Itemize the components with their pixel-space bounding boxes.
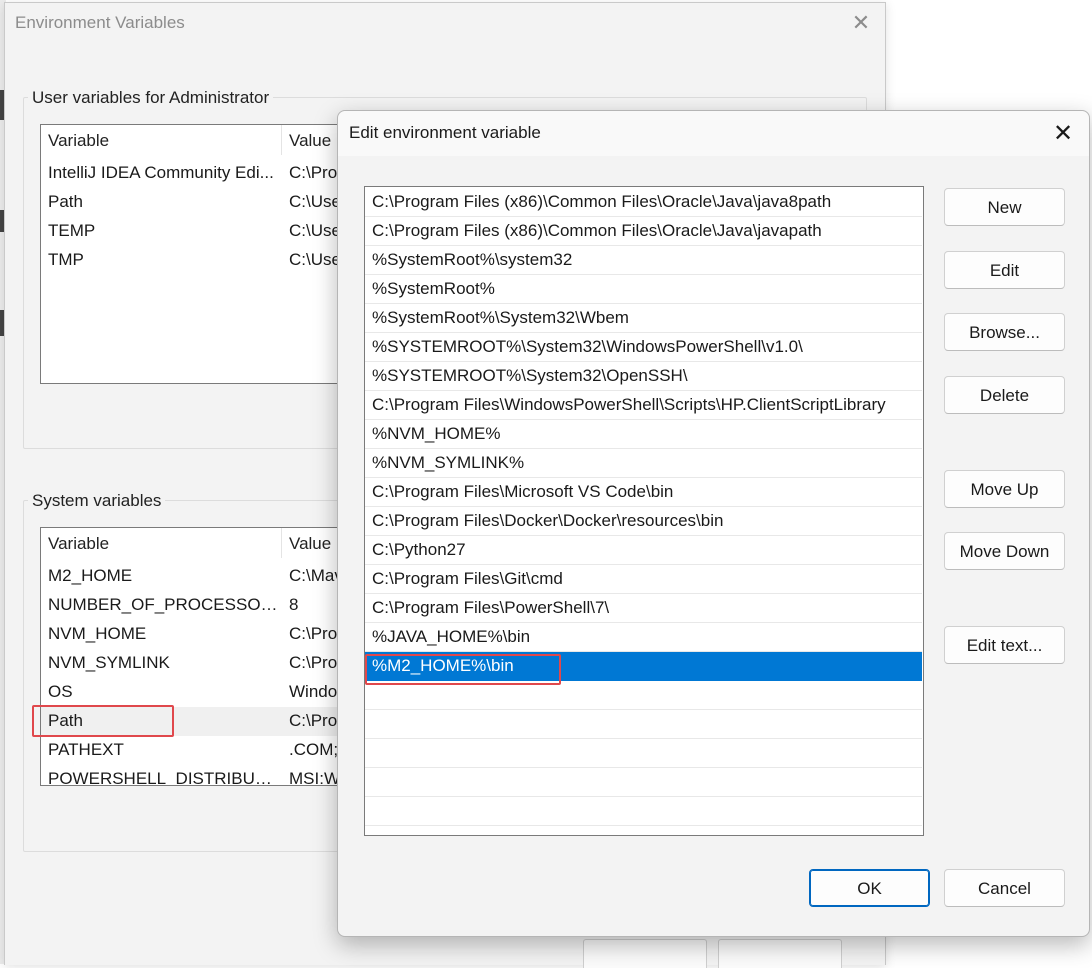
user-variables-header: Variable Value [41, 125, 351, 155]
path-entry[interactable]: C:\Program Files\Microsoft VS Code\bin [365, 478, 922, 507]
path-entry-empty[interactable] [365, 681, 922, 710]
system-variable-name: PATHEXT [48, 740, 124, 759]
edit-environment-variable-dialog: Edit environment variable ✕ C:\Program F… [337, 110, 1090, 937]
path-entry-text: C:\Program Files\Microsoft VS Code\bin [372, 482, 674, 501]
system-variable-row[interactable]: NUMBER_OF_PROCESSORS 8 [41, 591, 351, 620]
path-entry-empty[interactable] [365, 710, 922, 739]
path-entry-text: C:\Program Files\WindowsPowerShell\Scrip… [372, 395, 886, 414]
user-header-value[interactable]: Value [289, 131, 331, 151]
path-entry-text: %SystemRoot% [372, 279, 495, 298]
path-entry-empty[interactable] [365, 739, 922, 768]
path-entry-empty[interactable] [365, 797, 922, 826]
move-up-button[interactable]: Move Up [944, 470, 1065, 508]
path-entry[interactable]: C:\Python27 [365, 536, 922, 565]
edit-button[interactable]: Edit [944, 251, 1065, 289]
user-variable-name: TMP [48, 250, 84, 269]
path-entry-text: %SystemRoot%\system32 [372, 250, 573, 269]
system-variable-name: NUMBER_OF_PROCESSORS [48, 595, 280, 614]
move-down-button[interactable]: Move Down [944, 532, 1065, 570]
user-variable-name: Path [48, 192, 83, 211]
system-variable-name: POWERSHELL_DISTRIBUTIO... [48, 769, 280, 786]
path-entry-empty[interactable] [365, 768, 922, 797]
user-variable-row[interactable]: Path C:\Use [41, 188, 351, 217]
path-entry-text: C:\Program Files\Git\cmd [372, 569, 563, 588]
system-variable-row[interactable]: NVM_SYMLINK C:\Pro [41, 649, 351, 678]
ok-button[interactable]: OK [809, 869, 930, 907]
path-entry-text: C:\Program Files (x86)\Common Files\Orac… [372, 221, 822, 240]
dialog-close-icon[interactable]: ✕ [1046, 119, 1080, 149]
path-entry[interactable]: C:\Program Files (x86)\Common Files\Orac… [365, 217, 922, 246]
path-entries-list[interactable]: C:\Program Files (x86)\Common Files\Orac… [364, 186, 924, 836]
new-button[interactable]: New [944, 188, 1065, 226]
system-variable-row[interactable]: M2_HOME C:\Mav [41, 562, 351, 591]
selected-entry-highlight-box [365, 654, 561, 685]
user-variables-list[interactable]: Variable Value IntelliJ IDEA Community E… [40, 124, 352, 384]
dialog-titlebar: Edit environment variable ✕ [338, 111, 1089, 156]
env-window-title: Environment Variables [15, 13, 185, 32]
path-entry-text: %SYSTEMROOT%\System32\OpenSSH\ [372, 366, 688, 385]
system-variable-name: OS [48, 682, 73, 701]
path-entry[interactable]: %NVM_SYMLINK% [365, 449, 922, 478]
path-entry[interactable]: C:\Program Files\Docker\Docker\resources… [365, 507, 922, 536]
system-variable-name: NVM_SYMLINK [48, 653, 170, 672]
user-variable-name: TEMP [48, 221, 96, 240]
env-window-close-icon[interactable]: ✕ [847, 9, 875, 37]
path-entry-text: %SystemRoot%\System32\Wbem [372, 308, 629, 327]
dialog-title: Edit environment variable [349, 123, 541, 142]
path-entry-text: C:\Python27 [372, 540, 466, 559]
system-variable-row[interactable]: OS Windo [41, 678, 351, 707]
path-entry-text: %NVM_HOME% [372, 424, 501, 443]
browse-button[interactable]: Browse... [944, 313, 1065, 351]
path-entry-text: %SYSTEMROOT%\System32\WindowsPowerShell\… [372, 337, 803, 356]
path-entry[interactable]: %NVM_HOME% [365, 420, 922, 449]
path-entry-text: %NVM_SYMLINK% [372, 453, 525, 472]
edit-text-button[interactable]: Edit text... [944, 626, 1065, 664]
path-entry[interactable]: C:\Program Files\WindowsPowerShell\Scrip… [365, 391, 922, 420]
path-entry-text: %JAVA_HOME%\bin [372, 627, 531, 646]
user-variable-name: IntelliJ IDEA Community Edi... [48, 163, 274, 182]
system-variables-list[interactable]: Variable Value M2_HOME C:\Mav NUMBER_OF_… [40, 527, 352, 786]
user-variable-row[interactable]: IntelliJ IDEA Community Edi... C:\Pro [41, 159, 351, 188]
system-header-value[interactable]: Value [289, 534, 331, 554]
cancel-button[interactable]: Cancel [944, 869, 1065, 907]
system-header-variable[interactable]: Variable [48, 534, 109, 554]
path-entry[interactable]: %JAVA_HOME%\bin [365, 623, 922, 652]
path-entry-text: C:\Program Files\PowerShell\7\ [372, 598, 610, 617]
path-highlight-box [32, 705, 174, 737]
user-header-variable[interactable]: Variable [48, 131, 109, 151]
user-variable-row[interactable]: TEMP C:\Use [41, 217, 351, 246]
system-variable-name: M2_HOME [48, 566, 133, 585]
system-variables-title: System variables [28, 491, 166, 511]
system-variables-header: Variable Value [41, 528, 351, 558]
user-variables-title: User variables for Administrator [28, 88, 274, 108]
path-entry[interactable]: C:\Program Files\PowerShell\7\ [365, 594, 922, 623]
path-entry-text: C:\Program Files (x86)\Common Files\Orac… [372, 192, 832, 211]
delete-button[interactable]: Delete [944, 376, 1065, 414]
path-entry[interactable]: %SYSTEMROOT%\System32\OpenSSH\ [365, 362, 922, 391]
path-entry[interactable]: C:\Program Files\Git\cmd [365, 565, 922, 594]
user-variable-row[interactable]: TMP C:\Use [41, 246, 351, 275]
path-entry[interactable]: C:\Program Files (x86)\Common Files\Orac… [365, 188, 922, 217]
path-entry[interactable]: %SYSTEMROOT%\System32\WindowsPowerShell\… [365, 333, 922, 362]
path-entry[interactable]: %SystemRoot%\system32 [365, 246, 922, 275]
system-variable-row[interactable]: PATHEXT .COM; [41, 736, 351, 765]
system-variable-name: NVM_HOME [48, 624, 147, 643]
path-entry[interactable]: %SystemRoot%\System32\Wbem [365, 304, 922, 333]
system-variable-row[interactable]: POWERSHELL_DISTRIBUTIO... MSI:W [41, 765, 351, 786]
path-entry[interactable]: %SystemRoot% [365, 275, 922, 304]
system-variable-row[interactable]: NVM_HOME C:\Pro [41, 620, 351, 649]
path-entry-text: C:\Program Files\Docker\Docker\resources… [372, 511, 724, 530]
